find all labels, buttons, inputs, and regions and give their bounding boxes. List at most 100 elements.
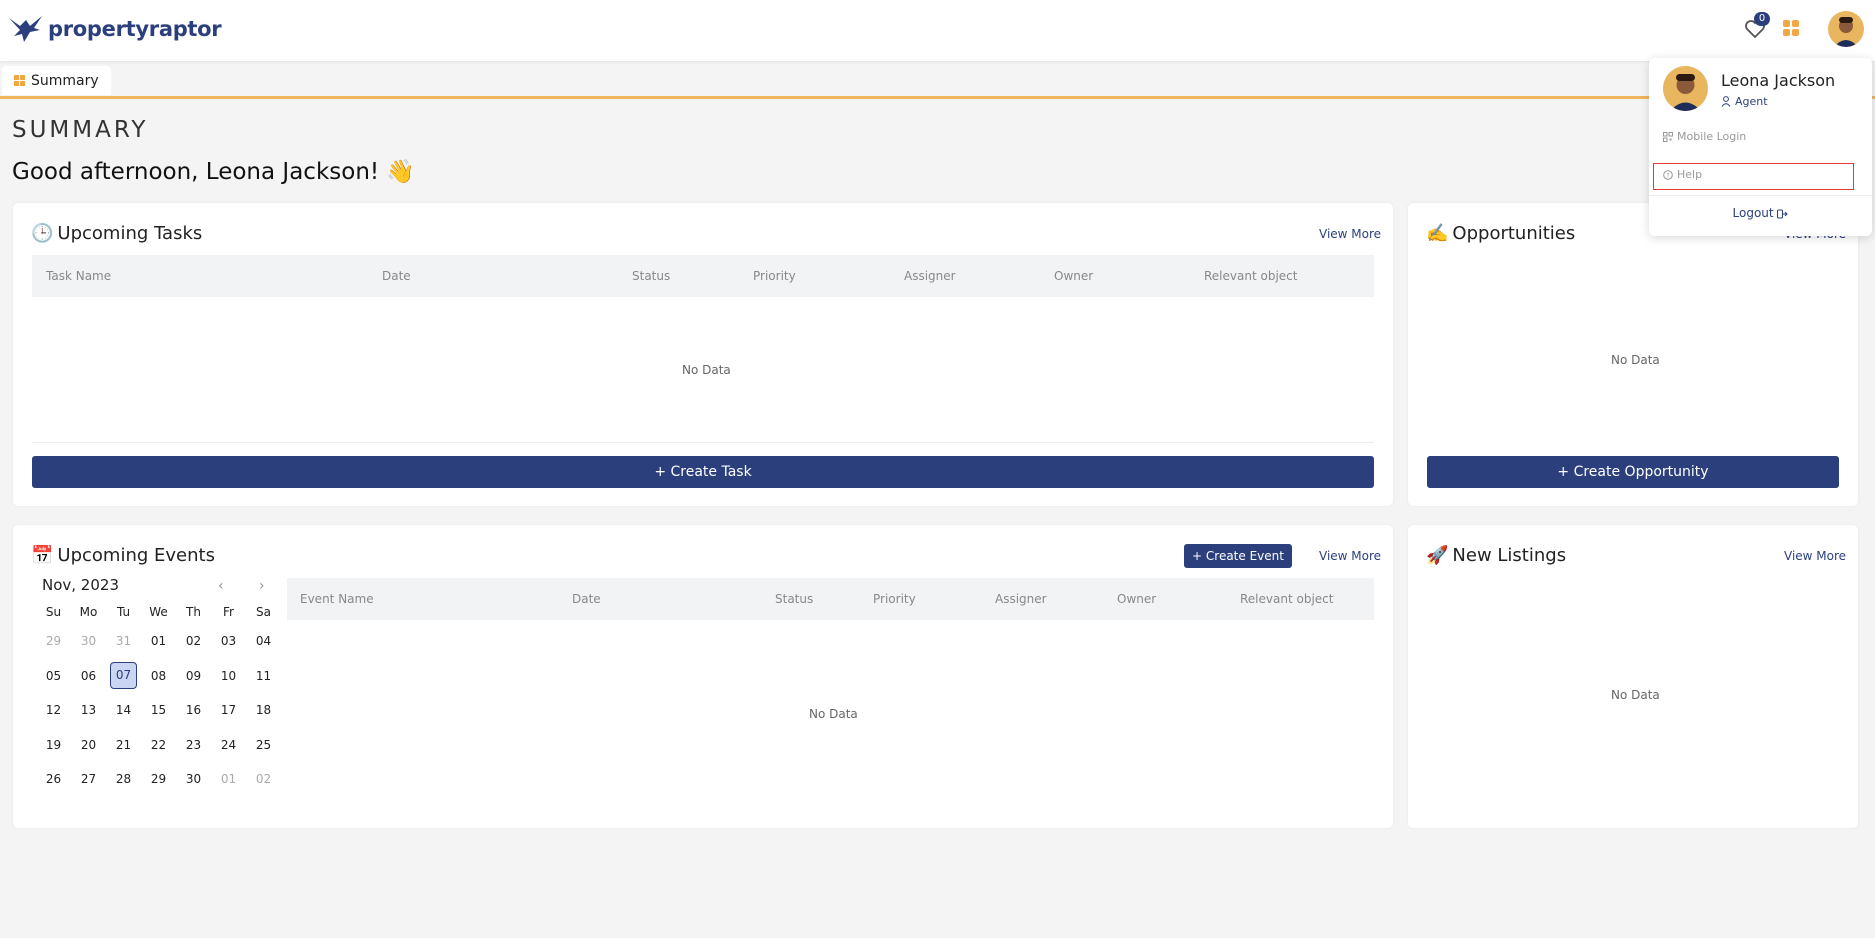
apps-grid-icon[interactable] [1783, 20, 1799, 36]
tasks-view-more-link[interactable]: View More [1319, 227, 1381, 241]
qr-code-icon [1663, 131, 1673, 142]
tasks-title: 🕒 Upcoming Tasks [31, 223, 202, 244]
opportunities-title-text: Opportunities [1452, 223, 1576, 244]
calendar-day[interactable]: 11 [246, 669, 281, 683]
col-assigner[interactable]: Assigner [904, 269, 956, 283]
page-title: SUMMARY [12, 117, 149, 143]
calendar-day[interactable]: 16 [176, 703, 211, 717]
opportunities-card: ✍️ Opportunities View More No Data + Cre… [1408, 203, 1858, 506]
events-title-text: Upcoming Events [57, 545, 215, 566]
col-status[interactable]: Status [632, 269, 670, 283]
question-circle-icon: ? [1663, 169, 1673, 180]
calendar-month: Nov, 2023 [42, 576, 119, 594]
tasks-table-header: Task Name Date Status Priority Assigner … [32, 255, 1374, 297]
divider [32, 442, 1374, 443]
tab-label: Summary [31, 72, 99, 89]
calendar-day[interactable]: 21 [106, 738, 141, 752]
calendar-day[interactable]: 20 [71, 738, 106, 752]
user-avatar[interactable] [1828, 11, 1864, 47]
weekday: Mo [79, 605, 98, 619]
calendar-day-selected[interactable]: 07 [106, 662, 141, 690]
wishlist-badge: 0 [1754, 12, 1770, 26]
calendar-icon: 📅 [31, 545, 54, 566]
col-owner[interactable]: Owner [1117, 592, 1156, 606]
calendar-day[interactable]: 31 [106, 634, 141, 648]
events-empty-state: No Data [809, 707, 858, 721]
create-opportunity-button[interactable]: + Create Opportunity [1427, 456, 1839, 488]
listings-title: 🚀 New Listings [1426, 545, 1566, 566]
dashboard-icon [14, 75, 25, 86]
tasks-title-text: Upcoming Tasks [57, 223, 203, 244]
calendar-next-button[interactable]: › [259, 578, 265, 594]
calendar-day[interactable]: 05 [36, 669, 71, 683]
col-assigner[interactable]: Assigner [995, 592, 1047, 606]
user-menu-dropdown: Leona Jackson Agent Mobile Login ? Help … [1649, 58, 1872, 236]
top-bar: propertyraptor 0 [0, 0, 1875, 61]
events-view-more-link[interactable]: View More [1319, 549, 1381, 563]
calendar-day[interactable]: 01 [211, 772, 246, 786]
writing-hand-icon: ✍️ [1426, 223, 1449, 244]
calendar-day[interactable]: 25 [246, 738, 281, 752]
logout-button[interactable]: Logout [1649, 206, 1872, 220]
calendar-day[interactable]: 28 [106, 772, 141, 786]
col-owner[interactable]: Owner [1054, 269, 1093, 283]
mobile-login-item[interactable]: Mobile Login [1663, 130, 1746, 143]
calendar-day[interactable]: 19 [36, 738, 71, 752]
calendar-day[interactable]: 02 [176, 634, 211, 648]
col-task-name[interactable]: Task Name [46, 269, 111, 283]
calendar-day[interactable]: 29 [36, 634, 71, 648]
calendar-day[interactable]: 30 [176, 772, 211, 786]
calendar-day[interactable]: 06 [71, 669, 106, 683]
create-task-button[interactable]: + Create Task [32, 456, 1374, 488]
calendar-week: 19 20 21 22 23 24 25 [36, 728, 281, 763]
col-relevant-object[interactable]: Relevant object [1240, 592, 1333, 606]
raptor-logo-icon [9, 16, 42, 42]
calendar-day[interactable]: 27 [71, 772, 106, 786]
col-date[interactable]: Date [382, 269, 411, 283]
calendar-prev-button[interactable]: ‹ [218, 578, 224, 594]
col-status[interactable]: Status [775, 592, 813, 606]
calendar-day[interactable]: 01 [141, 634, 176, 648]
tab-summary[interactable]: Summary [2, 66, 111, 95]
calendar-day[interactable]: 13 [71, 703, 106, 717]
brand-name: propertyraptor [48, 17, 222, 41]
user-role-label: Agent [1735, 95, 1768, 108]
calendar-day[interactable]: 22 [141, 738, 176, 752]
calendar-grid: Su Mo Tu We Th Fr Sa 29 30 31 01 02 03 0… [36, 600, 281, 797]
help-item[interactable]: ? Help [1663, 168, 1702, 181]
calendar-day[interactable]: 23 [176, 738, 211, 752]
calendar-day[interactable]: 24 [211, 738, 246, 752]
calendar-day[interactable]: 15 [141, 703, 176, 717]
col-date[interactable]: Date [572, 592, 601, 606]
calendar-day[interactable]: 08 [141, 669, 176, 683]
calendar-day[interactable]: 18 [246, 703, 281, 717]
logout-icon [1777, 209, 1789, 218]
calendar-day[interactable]: 29 [141, 772, 176, 786]
weekday: Tu [116, 605, 131, 619]
calendar-day[interactable]: 02 [246, 772, 281, 786]
calendar-day[interactable]: 26 [36, 772, 71, 786]
calendar-day[interactable]: 09 [176, 669, 211, 683]
calendar-day[interactable]: 03 [211, 634, 246, 648]
col-event-name[interactable]: Event Name [300, 592, 374, 606]
brand-logo[interactable]: propertyraptor [8, 14, 222, 44]
weekday: Su [45, 605, 62, 619]
col-relevant-object[interactable]: Relevant object [1204, 269, 1297, 283]
calendar-day[interactable]: 10 [211, 669, 246, 683]
create-event-button[interactable]: + Create Event [1184, 544, 1292, 568]
calendar-day[interactable]: 04 [246, 634, 281, 648]
col-priority[interactable]: Priority [873, 592, 916, 606]
col-priority[interactable]: Priority [753, 269, 796, 283]
menu-divider [1649, 195, 1872, 196]
calendar-day[interactable]: 30 [71, 634, 106, 648]
weekday: We [149, 605, 168, 619]
calendar-day[interactable]: 17 [211, 703, 246, 717]
events-table-header: Event Name Date Status Priority Assigner… [287, 578, 1374, 620]
calendar-day[interactable]: 12 [36, 703, 71, 717]
selected-day-label: 07 [110, 662, 137, 690]
listings-view-more-link[interactable]: View More [1784, 549, 1846, 563]
svg-text:?: ? [1666, 171, 1669, 179]
calendar-day[interactable]: 14 [106, 703, 141, 717]
upcoming-tasks-card: 🕒 Upcoming Tasks View More Task Name Dat… [13, 203, 1393, 506]
tasks-empty-state: No Data [682, 363, 731, 377]
